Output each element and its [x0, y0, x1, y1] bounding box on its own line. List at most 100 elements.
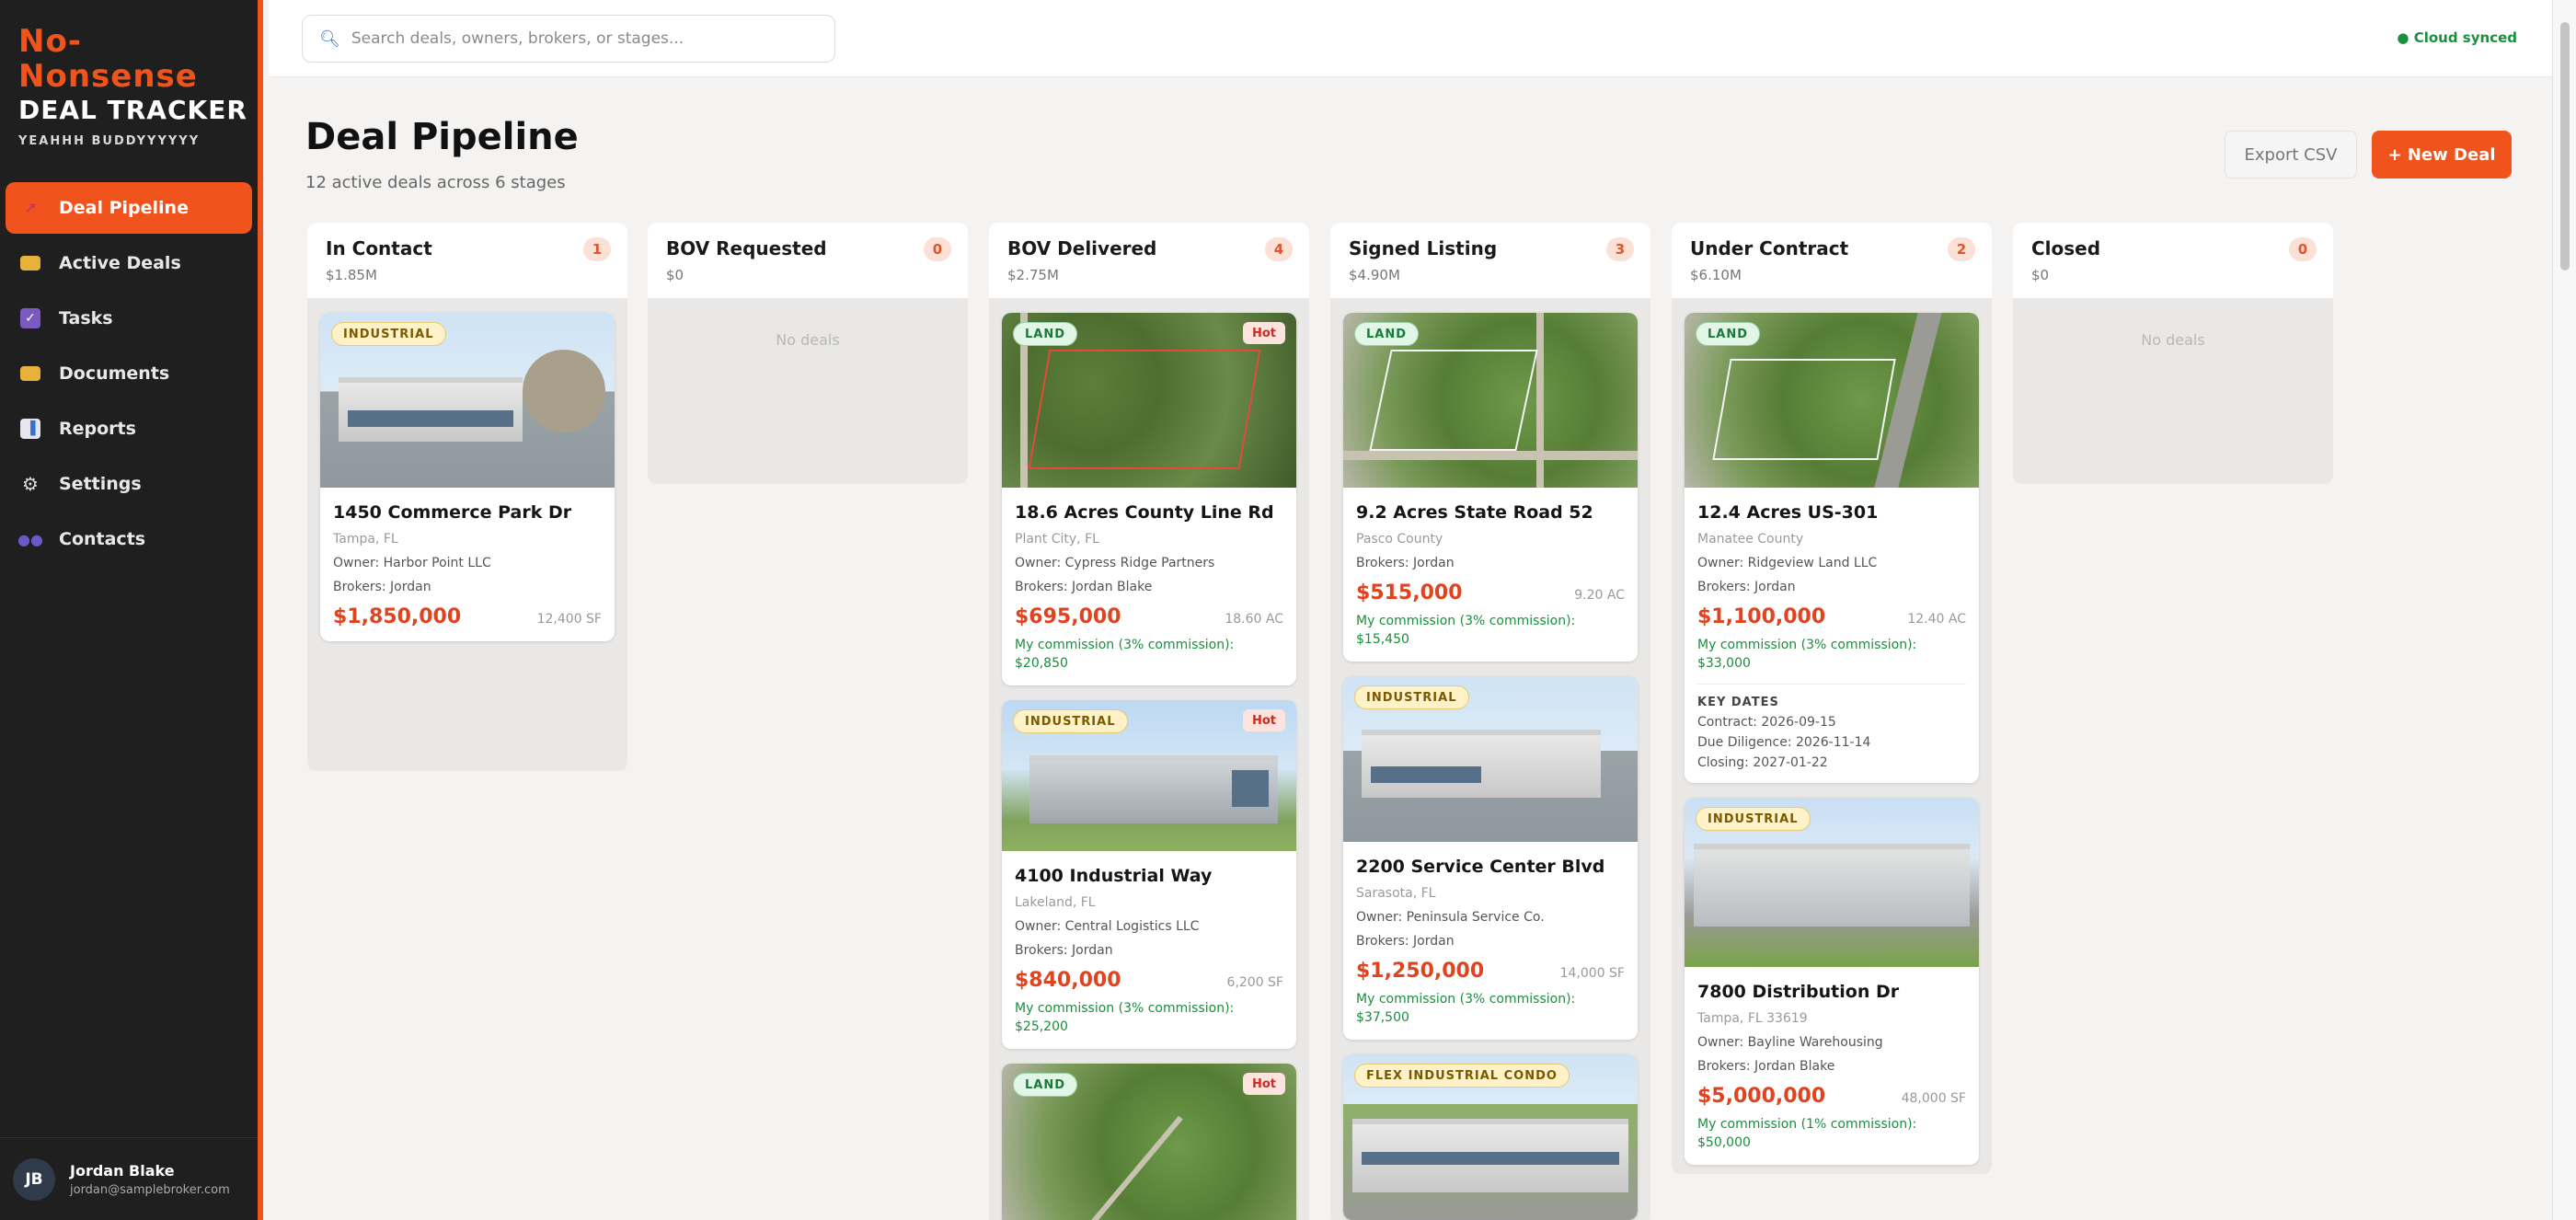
column-body: No deals — [648, 298, 968, 484]
pipeline-column-signed-listing: Signed Listing $4.90M 3 LAND 9.2 Acres S… — [1330, 223, 1650, 1220]
user-profile[interactable]: JB Jordan Blake jordan@samplebroker.com — [0, 1137, 258, 1220]
property-photo: LAND — [1685, 313, 1979, 488]
deal-owner: Owner: Cypress Ridge Partners — [1015, 556, 1215, 570]
page-scrollbar[interactable] — [2552, 0, 2576, 1220]
deal-card[interactable]: LAND Hot 18.6 Acres County Line Rd Plant… — [1002, 313, 1296, 685]
column-title: In Contact — [326, 237, 432, 259]
column-header: Signed Listing $4.90M 3 — [1330, 223, 1650, 298]
column-header: BOV Requested $0 0 — [648, 223, 968, 298]
sidebar-item-label: Tasks — [59, 308, 113, 328]
deal-price: $1,850,000 — [333, 605, 462, 628]
column-total: $0 — [2031, 267, 2050, 283]
user-email: jordan@samplebroker.com — [70, 1182, 230, 1197]
deal-card[interactable]: LAND 12.4 Acres US-301 Manatee County Ow… — [1685, 313, 1979, 783]
pipeline-column-under-contract: Under Contract $6.10M 2 LAND 12.4 Acres … — [1672, 223, 1992, 1174]
commission-label: My commission (3% commission): — [1356, 614, 1576, 628]
hot-badge: Hot — [1242, 322, 1285, 344]
deal-price: $1,100,000 — [1697, 605, 1826, 628]
commission-amount: $50,000 — [1697, 1135, 1751, 1150]
sidebar-item-settings[interactable]: ⚙ Settings — [6, 458, 252, 510]
property-photo: INDUSTRIAL — [1343, 676, 1638, 842]
property-photo: INDUSTRIAL — [320, 313, 615, 488]
folder-icon — [20, 366, 40, 381]
sidebar-item-contacts[interactable]: ●● Contacts — [6, 513, 252, 565]
deal-location: Pasco County — [1356, 532, 1443, 547]
deal-location: Tampa, FL 33619 — [1697, 1011, 1808, 1026]
deal-price: $695,000 — [1015, 605, 1121, 628]
property-photo: LAND Hot — [1002, 313, 1296, 488]
deal-location: Manatee County — [1697, 532, 1804, 547]
deal-commission: My commission (3% commission): $20,850 — [1015, 636, 1283, 673]
deal-card[interactable]: LAND 9.2 Acres State Road 52 Pasco Count… — [1343, 313, 1638, 662]
sidebar-item-deal-pipeline[interactable]: ↗ Deal Pipeline — [6, 182, 252, 234]
deal-card[interactable]: FLEX INDUSTRIAL CONDO — [1343, 1054, 1638, 1220]
pipeline-column-bov-requested: BOV Requested $0 0 No deals — [648, 223, 968, 484]
commission-label: My commission (1% commission): — [1697, 1117, 1917, 1132]
column-header: Under Contract $6.10M 2 — [1672, 223, 1992, 298]
deal-card[interactable]: INDUSTRIAL Hot 4100 Industrial Way Lakel… — [1002, 700, 1296, 1049]
column-count-badge: 0 — [924, 237, 951, 261]
column-header: BOV Delivered $2.75M 4 — [989, 223, 1309, 298]
deal-card[interactable]: INDUSTRIAL 2200 Service Center Blvd Sara… — [1343, 676, 1638, 1040]
new-deal-button[interactable]: + New Deal — [2372, 131, 2512, 178]
deal-card[interactable]: INDUSTRIAL 1450 Commerce Park Dr Tampa, … — [320, 313, 615, 641]
column-count-badge: 1 — [583, 237, 611, 261]
logo-line-2: Nonsense — [18, 58, 198, 95]
search-icon: 🔍︎ — [319, 29, 340, 49]
property-type-tag: LAND — [1013, 1073, 1078, 1097]
sidebar-item-active-deals[interactable]: Active Deals — [6, 237, 252, 289]
topbar: 🔍︎ ● Cloud synced — [269, 0, 2552, 77]
app-logo[interactable]: No- Nonsense DEAL TRACKER YEAHHH BUDDYYY… — [18, 24, 248, 148]
deal-card[interactable]: LAND Hot — [1002, 1064, 1296, 1220]
column-body: LAND Hot 18.6 Acres County Line Rd Plant… — [989, 298, 1309, 1220]
property-type-tag: FLEX INDUSTRIAL CONDO — [1354, 1064, 1570, 1088]
deal-location: Sarasota, FL — [1356, 886, 1436, 901]
pipeline-column-closed: Closed $0 0 No deals — [2013, 223, 2333, 484]
pipeline-column-in-contact: In Contact $1.85M 1 INDUSTRIAL 1450 Comm… — [307, 223, 627, 771]
deal-title: 18.6 Acres County Line Rd — [1015, 502, 1274, 523]
commission-label: My commission (3% commission): — [1697, 638, 1917, 652]
logo-tagline: YEAHHH BUDDYYYYYY — [18, 134, 201, 148]
sidebar-item-label: Reports — [59, 419, 136, 439]
deal-price: $840,000 — [1015, 969, 1121, 992]
column-body: LAND 9.2 Acres State Road 52 Pasco Count… — [1330, 298, 1650, 1220]
checkbox-icon: ✓ — [20, 308, 40, 328]
column-body: LAND 12.4 Acres US-301 Manatee County Ow… — [1672, 298, 1992, 1174]
column-title: Signed Listing — [1349, 237, 1498, 259]
deal-title: 2200 Service Center Blvd — [1356, 857, 1605, 877]
property-photo: LAND Hot — [1002, 1064, 1296, 1220]
export-csv-button[interactable]: Export CSV — [2225, 131, 2357, 178]
search-input[interactable] — [351, 29, 811, 48]
deal-price: $5,000,000 — [1697, 1085, 1826, 1108]
property-photo: LAND — [1343, 313, 1638, 488]
column-title: BOV Requested — [666, 237, 827, 259]
deal-owner: Owner: Bayline Warehousing — [1697, 1035, 1883, 1050]
folder-icon — [20, 256, 40, 270]
property-photo: FLEX INDUSTRIAL CONDO — [1343, 1054, 1638, 1220]
commission-label: My commission (3% commission): — [1015, 638, 1235, 652]
due-diligence-date: Due Diligence: 2026-11-14 — [1697, 735, 1871, 750]
sidebar-item-reports[interactable]: ▐ Reports — [6, 403, 252, 455]
deal-owner: Owner: Central Logistics LLC — [1015, 919, 1200, 934]
search-box[interactable]: 🔍︎ — [302, 15, 835, 63]
column-title: BOV Delivered — [1007, 237, 1157, 259]
deal-title: 12.4 Acres US-301 — [1697, 502, 1879, 523]
deal-owner: Owner: Harbor Point LLC — [333, 556, 491, 570]
column-total: $1.85M — [326, 267, 377, 283]
sidebar-item-label: Contacts — [59, 529, 146, 549]
property-type-tag: INDUSTRIAL — [1013, 709, 1128, 733]
column-count-badge: 2 — [1948, 237, 1975, 261]
column-title: Closed — [2031, 237, 2101, 259]
sidebar-item-tasks[interactable]: ✓ Tasks — [6, 293, 252, 344]
deal-card[interactable]: INDUSTRIAL 7800 Distribution Dr Tampa, F… — [1685, 798, 1979, 1165]
deal-brokers: Brokers: Jordan — [1356, 934, 1455, 949]
column-total: $6.10M — [1690, 267, 1742, 283]
sidebar-nav: ↗ Deal Pipeline Active Deals ✓ Tasks Doc… — [6, 182, 252, 569]
sidebar-item-documents[interactable]: Documents — [6, 348, 252, 399]
pipeline-icon: ↗ — [24, 199, 37, 217]
building-illustration — [339, 377, 523, 442]
closing-date: Closing: 2027-01-22 — [1697, 755, 1828, 770]
scrollbar-thumb[interactable] — [2560, 22, 2570, 270]
hot-badge: Hot — [1242, 709, 1285, 731]
column-body: INDUSTRIAL 1450 Commerce Park Dr Tampa, … — [307, 298, 627, 771]
